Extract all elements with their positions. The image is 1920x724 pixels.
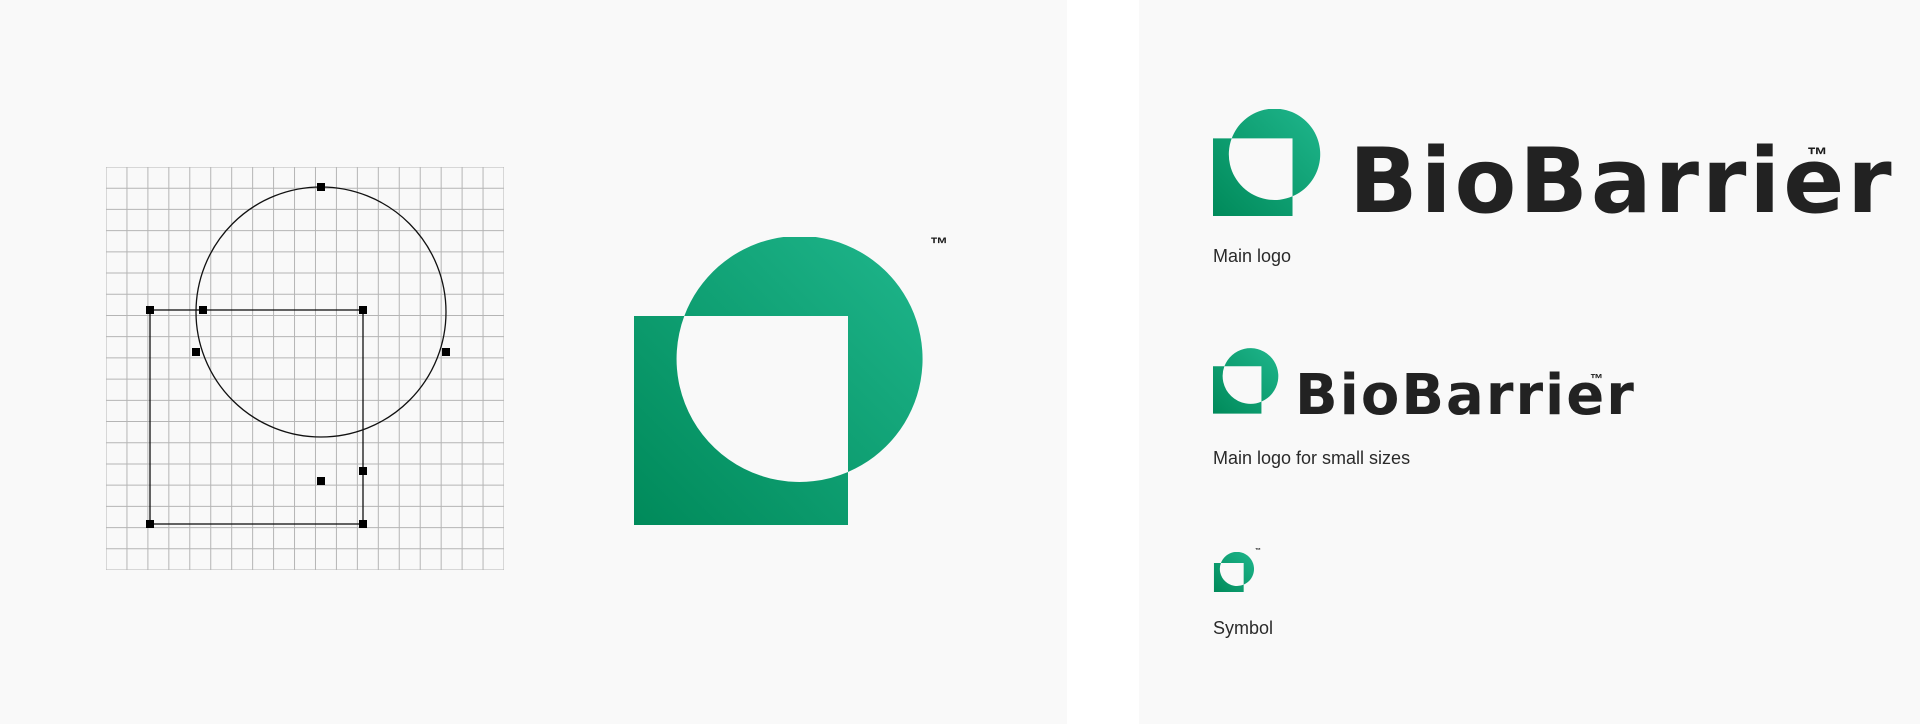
main-logo-small: BioBarrier ™ (1213, 348, 1634, 424)
caption-small-logo: Main logo for small sizes (1213, 448, 1411, 468)
caption-symbol: Symbol (1213, 618, 1274, 638)
caption-main-logo: Main logo (1213, 246, 1292, 266)
anchor-point (317, 183, 325, 191)
anchor-point (359, 520, 367, 528)
biobarrier-symbol-large (634, 237, 923, 525)
trademark-mark: ™ (1255, 548, 1261, 554)
biobarrier-symbol (1213, 109, 1321, 216)
trademark-mark: ™ (1590, 371, 1603, 386)
anchor-point (359, 306, 367, 314)
construction-square (149, 309, 364, 525)
trademark-mark: ™ (1807, 144, 1828, 167)
construction-circle (195, 186, 447, 438)
anchor-point (317, 477, 325, 485)
construction-panel: ™ (0, 0, 1067, 724)
trademark-mark: ™ (930, 234, 948, 254)
wordmark: BioBarrier (1295, 363, 1636, 428)
anchor-point (359, 467, 367, 475)
biobarrier-symbol (1213, 348, 1279, 414)
anchor-point (146, 306, 154, 314)
anchor-point (199, 306, 207, 314)
main-logo: BioBarrier ™ (1213, 109, 1892, 227)
construction-grid (106, 167, 504, 570)
anchor-point (442, 348, 450, 356)
biobarrier-symbol-only (1213, 552, 1255, 592)
anchor-point (146, 520, 154, 528)
anchor-point (192, 348, 200, 356)
anchor-points (146, 183, 450, 528)
